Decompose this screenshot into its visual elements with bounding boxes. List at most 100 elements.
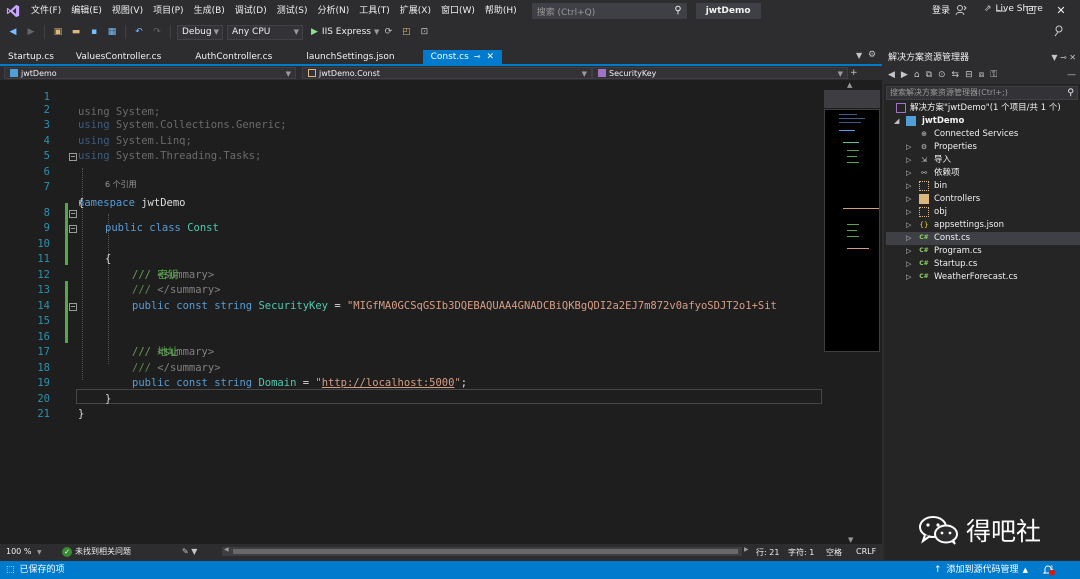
switch-views-icon[interactable]: ⧉ (926, 70, 932, 80)
tree-item-controllers[interactable]: ▷ Controllers (886, 193, 1080, 206)
browser-icon[interactable]: ◰ (399, 25, 413, 39)
zoom-select[interactable]: 100 % ▼ (6, 547, 50, 556)
pin-icon[interactable]: ⊸ (474, 50, 481, 64)
issues-indicator[interactable]: ✓ 未找到相关问题 (62, 546, 182, 557)
menu-help[interactable]: 帮助(H) (480, 0, 522, 22)
live-share-button[interactable]: ⇗ Live Share (984, 4, 1043, 14)
platform-select[interactable]: Any CPU ▼ (227, 24, 303, 40)
expand-icon[interactable]: ▷ (906, 258, 911, 271)
forward-icon[interactable]: ▶ (24, 25, 38, 39)
type-nav-select[interactable]: jwtDemo.Const ▼ (302, 67, 592, 79)
collapse-icon[interactable]: − (69, 302, 77, 311)
collapse-icon[interactable]: − (69, 153, 77, 161)
save-icon[interactable]: ▪ (87, 25, 101, 39)
code-cleanup-icon[interactable]: ✎ ▼ (182, 547, 212, 556)
code-editor[interactable]: 1 using System; 2 using System.Collectio… (0, 80, 822, 544)
scroll-down-icon[interactable]: ▼ (848, 536, 853, 544)
user-icon[interactable] (955, 4, 967, 16)
forward-icon[interactable]: ▶ (901, 70, 908, 80)
pending-changes-icon[interactable]: ⊙ (938, 70, 946, 80)
tab-launch-settings[interactable]: launchSettings.json (280, 50, 402, 64)
expand-icon[interactable]: ▷ (906, 180, 911, 193)
login-link[interactable]: 登录 (932, 0, 950, 22)
tab-startup[interactable]: Startup.cs (0, 50, 62, 64)
menu-project[interactable]: 项目(P) (148, 0, 188, 22)
add-to-source-control-button[interactable]: ↑ 添加到源代码管理 ▲ (934, 561, 1028, 579)
tree-item-import[interactable]: ▷ ⇲ 导入 (886, 154, 1080, 167)
sync-icon[interactable]: ⇆ (952, 70, 960, 80)
tree-item-connected-services[interactable]: ⊕ Connected Services (886, 128, 1080, 141)
menu-test[interactable]: 测试(S) (272, 0, 313, 22)
whitespace-indicator[interactable]: 空格 (826, 547, 842, 558)
tree-item-weatherforecast[interactable]: ▷ C# WeatherForecast.cs (886, 271, 1080, 284)
expand-icon[interactable]: ▷ (906, 206, 911, 219)
expand-icon[interactable]: ▷ (906, 271, 911, 284)
tree-item-bin[interactable]: ▷ bin (886, 180, 1080, 193)
save-all-icon[interactable]: ▦ (105, 25, 119, 39)
expand-icon[interactable]: ▷ (906, 167, 911, 180)
tree-item-appsettings[interactable]: ▷ {} appsettings.json (886, 219, 1080, 232)
split-view-icon[interactable]: + (850, 68, 858, 78)
close-icon[interactable]: ✕ (487, 50, 495, 64)
screenshot-icon[interactable]: ⊡ (417, 25, 431, 39)
menu-file[interactable]: 文件(F) (26, 0, 66, 22)
menu-extensions[interactable]: 扩展(X) (395, 0, 436, 22)
expand-icon[interactable]: ◢ (894, 115, 899, 128)
redo-icon[interactable]: ↷ (150, 25, 164, 39)
back-icon[interactable]: ◀ (6, 25, 20, 39)
feedback-icon[interactable] (1054, 25, 1066, 37)
scroll-right-icon[interactable]: ▶ (744, 546, 749, 553)
panel-menu-icon[interactable]: ▼ (1051, 53, 1057, 62)
tree-item-project[interactable]: ◢ jwtDemo (886, 115, 1080, 128)
tree-item-program[interactable]: ▷ C# Program.cs (886, 245, 1080, 258)
refresh-icon[interactable]: ⟳ (381, 25, 395, 39)
tree-item-obj[interactable]: ▷ obj (886, 206, 1080, 219)
show-all-files-icon[interactable]: ⧈ (979, 70, 985, 80)
tab-const[interactable]: Const.cs ⊸ ✕ (422, 50, 503, 64)
code-minimap[interactable] (824, 109, 880, 352)
visual-studio-logo-icon[interactable] (0, 0, 26, 22)
menu-build[interactable]: 生成(B) (189, 0, 230, 22)
home-icon[interactable]: ⌂ (914, 70, 920, 80)
menu-analyze[interactable]: 分析(N) (312, 0, 354, 22)
expand-icon[interactable]: ▷ (906, 232, 911, 245)
solution-search-input[interactable]: 搜索解决方案资源管理器(Ctrl+;) ⚲ (886, 86, 1078, 100)
menu-debug[interactable]: 调试(D) (230, 0, 272, 22)
back-icon[interactable]: ◀ (888, 70, 895, 80)
gear-icon[interactable]: ⚙ (868, 50, 876, 60)
open-folder-icon[interactable]: ▬ (69, 25, 83, 39)
collapse-all-icon[interactable]: ⊟ (965, 70, 973, 80)
collapse-icon[interactable]: − (69, 209, 77, 218)
tree-item-properties[interactable]: ▷ ⚙ Properties (886, 141, 1080, 154)
project-nav-select[interactable]: jwtDemo ▼ (4, 67, 296, 79)
tree-item-dependencies[interactable]: ▷ ⚯ 依赖项 (886, 167, 1080, 180)
expand-icon[interactable]: ▷ (906, 193, 911, 206)
menu-tools[interactable]: 工具(T) (354, 0, 395, 22)
tab-overflow-icon[interactable]: ▼ (856, 51, 862, 60)
line-ending-indicator[interactable]: CRLF (856, 547, 876, 556)
new-project-icon[interactable]: ▣ (51, 25, 65, 39)
overflow-icon[interactable]: — (1067, 70, 1076, 80)
configuration-select[interactable]: Debug ▼ (177, 24, 223, 40)
tree-item-startup[interactable]: ▷ C# Startup.cs (886, 258, 1080, 271)
properties-icon[interactable]: ⚿ (990, 70, 997, 80)
expand-icon[interactable]: ▷ (906, 219, 911, 232)
run-button[interactable]: ▶ IIS Express ▼ (311, 27, 379, 37)
menu-view[interactable]: 视图(V) (107, 0, 148, 22)
scrollbar-thumb[interactable] (824, 90, 880, 108)
close-icon[interactable]: ✕ (1069, 53, 1076, 62)
menu-edit[interactable]: 编辑(E) (66, 0, 107, 22)
close-button[interactable]: ✕ (1046, 0, 1076, 22)
line-indicator[interactable]: 行: 21 (756, 547, 779, 558)
member-nav-select[interactable]: SecurityKey ▼ (592, 67, 848, 79)
menu-window[interactable]: 窗口(W) (436, 0, 480, 22)
collapse-icon[interactable]: − (69, 225, 77, 233)
scroll-left-icon[interactable]: ◀ (224, 546, 229, 553)
tree-item-solution[interactable]: 解决方案"jwtDemo"(1 个项目/共 1 个) (886, 102, 1080, 115)
scroll-up-icon[interactable]: ▲ (847, 81, 852, 89)
tab-auth-controller[interactable]: AuthController.cs (169, 50, 280, 64)
char-indicator[interactable]: 字符: 1 (788, 547, 814, 558)
tree-item-const[interactable]: ▷ C# Const.cs (886, 232, 1080, 245)
expand-icon[interactable]: ▷ (906, 154, 911, 167)
expand-icon[interactable]: ▷ (906, 245, 911, 258)
